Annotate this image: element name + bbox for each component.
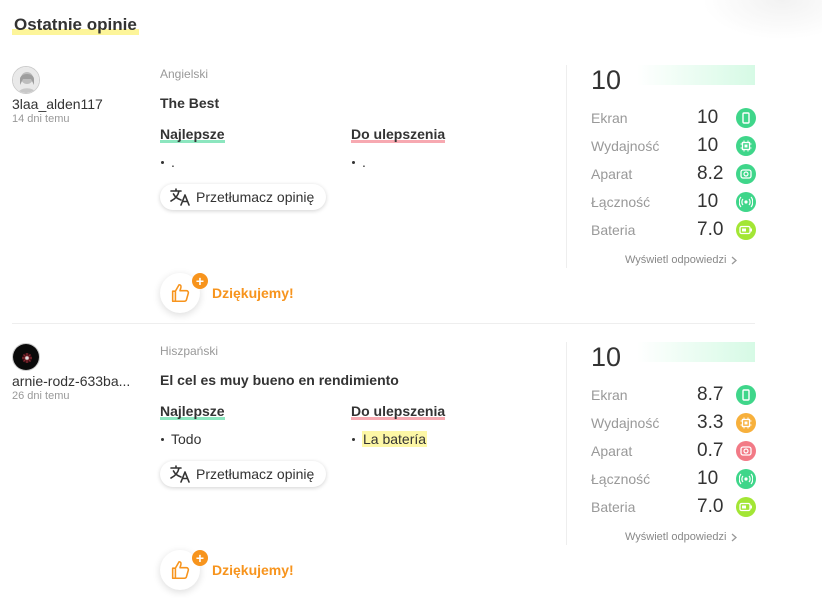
translate-icon	[170, 188, 190, 206]
metric-value: 7.0	[697, 496, 724, 517]
metric-row: Aparat 0.7	[591, 440, 759, 462]
show-answers-link[interactable]: Wyświetl odpowiedzi	[625, 531, 738, 543]
camera-icon	[736, 441, 756, 461]
translate-button[interactable]: Przetłumacz opinię	[160, 184, 327, 210]
pros-item: Todo	[160, 431, 201, 447]
metric-row: Łączność 10	[591, 191, 759, 213]
chevron-right-icon	[731, 256, 738, 265]
screen-icon	[736, 108, 756, 128]
pros-text: Todo	[171, 431, 202, 447]
chevron-right-icon	[731, 533, 738, 542]
battery-icon	[736, 497, 756, 517]
chip-icon	[736, 136, 756, 156]
metric-value: 10	[697, 468, 719, 489]
battery-icon	[736, 220, 756, 240]
avatar[interactable]	[12, 343, 40, 371]
pros-text: .	[171, 154, 175, 170]
signal-icon	[736, 469, 756, 489]
review-divider	[12, 323, 755, 324]
metric-label: Łączność	[591, 471, 651, 487]
metric-label: Aparat	[591, 166, 633, 182]
metric-row: Wydajność 3.3	[591, 412, 759, 434]
metric-label: Ekran	[591, 387, 628, 403]
review-title: The Best	[160, 95, 220, 111]
bullet-icon	[161, 160, 164, 164]
pros-heading: Najlepsze	[160, 126, 225, 143]
thumbs-up-icon	[171, 560, 190, 580]
metric-label: Bateria	[591, 222, 636, 238]
cons-text: La batería	[362, 431, 428, 447]
cons-item: La batería	[351, 431, 428, 447]
cons-text: .	[362, 154, 366, 170]
cons-item: .	[351, 154, 366, 170]
review-date: 14 dni temu	[12, 113, 70, 125]
translate-label: Przetłumacz opinię	[196, 466, 315, 482]
pros-item: .	[160, 154, 175, 170]
thumbs-up-icon	[171, 283, 190, 303]
corner-decoration	[702, 0, 822, 40]
translate-icon	[170, 465, 190, 483]
review-card: arnie-rodz-633ba... 26 dni temu Hiszpańs…	[0, 337, 822, 598]
show-answers-link[interactable]: Wyświetl odpowiedzi	[625, 254, 738, 266]
metric-value: 10	[697, 135, 719, 156]
username[interactable]: 3laa_alden117	[12, 96, 142, 112]
metric-row: Ekran 10	[591, 107, 759, 129]
metric-label: Łączność	[591, 194, 651, 210]
metric-label: Wydajność	[591, 138, 660, 154]
thanks-label[interactable]: Dziękujemy!	[212, 562, 294, 578]
user-avatar-icon	[13, 67, 39, 93]
metric-label: Aparat	[591, 443, 633, 459]
score-panel: 10 Ekran 8.7 Wydajność 3.3 Aparat 0.7 Łą…	[566, 342, 766, 545]
plus-badge: +	[192, 550, 208, 566]
translate-label: Przetłumacz opinię	[196, 189, 315, 205]
bullet-icon	[352, 437, 355, 441]
chip-icon	[736, 413, 756, 433]
user-avatar-icon	[13, 344, 39, 370]
username[interactable]: arnie-rodz-633ba...	[12, 373, 142, 389]
screen-icon	[736, 385, 756, 405]
camera-icon	[736, 164, 756, 184]
thanks-label[interactable]: Dziękujemy!	[212, 285, 294, 301]
cons-heading: Do ulepszenia	[351, 126, 446, 143]
metric-value: 7.0	[697, 219, 724, 240]
metric-row: Bateria 7.0	[591, 496, 759, 518]
metric-value: 8.2	[697, 163, 724, 184]
translate-button[interactable]: Przetłumacz opinię	[160, 461, 327, 487]
metric-value: 0.7	[697, 440, 724, 461]
show-answers-label: Wyświetl odpowiedzi	[625, 531, 727, 543]
overall-score-bar	[637, 65, 755, 85]
overall-score-bar	[637, 342, 755, 362]
metric-row: Bateria 7.0	[591, 219, 759, 241]
metric-row: Aparat 8.2	[591, 163, 759, 185]
score-panel: 10 Ekran 10 Wydajność 10 Aparat 8.2 Łącz…	[566, 65, 766, 268]
metric-value: 10	[697, 191, 719, 212]
plus-badge: +	[192, 273, 208, 289]
bullet-icon	[161, 437, 164, 441]
metric-value: 10	[697, 107, 719, 128]
review-date: 26 dni temu	[12, 390, 70, 402]
avatar[interactable]	[12, 66, 40, 94]
cons-heading: Do ulepszenia	[351, 403, 446, 420]
metric-row: Łączność 10	[591, 468, 759, 490]
metric-value: 3.3	[697, 412, 724, 433]
metric-row: Wydajność 10	[591, 135, 759, 157]
metric-label: Ekran	[591, 110, 628, 126]
signal-icon	[736, 192, 756, 212]
review-title: El cel es muy bueno en rendimiento	[160, 372, 399, 388]
overall-score: 10	[591, 65, 622, 95]
bullet-icon	[352, 160, 355, 164]
overall-score: 10	[591, 342, 622, 372]
metric-value: 8.7	[697, 384, 724, 405]
metric-label: Wydajność	[591, 415, 660, 431]
section-title: Ostatnie opinie	[12, 15, 139, 35]
metric-label: Bateria	[591, 499, 636, 515]
metric-row: Ekran 8.7	[591, 384, 759, 406]
review-language: Hiszpański	[160, 344, 219, 358]
review-card: 3laa_alden117 14 dni temu Angielski The …	[0, 60, 822, 322]
pros-heading: Najlepsze	[160, 403, 225, 420]
review-language: Angielski	[160, 67, 209, 81]
show-answers-label: Wyświetl odpowiedzi	[625, 254, 727, 266]
